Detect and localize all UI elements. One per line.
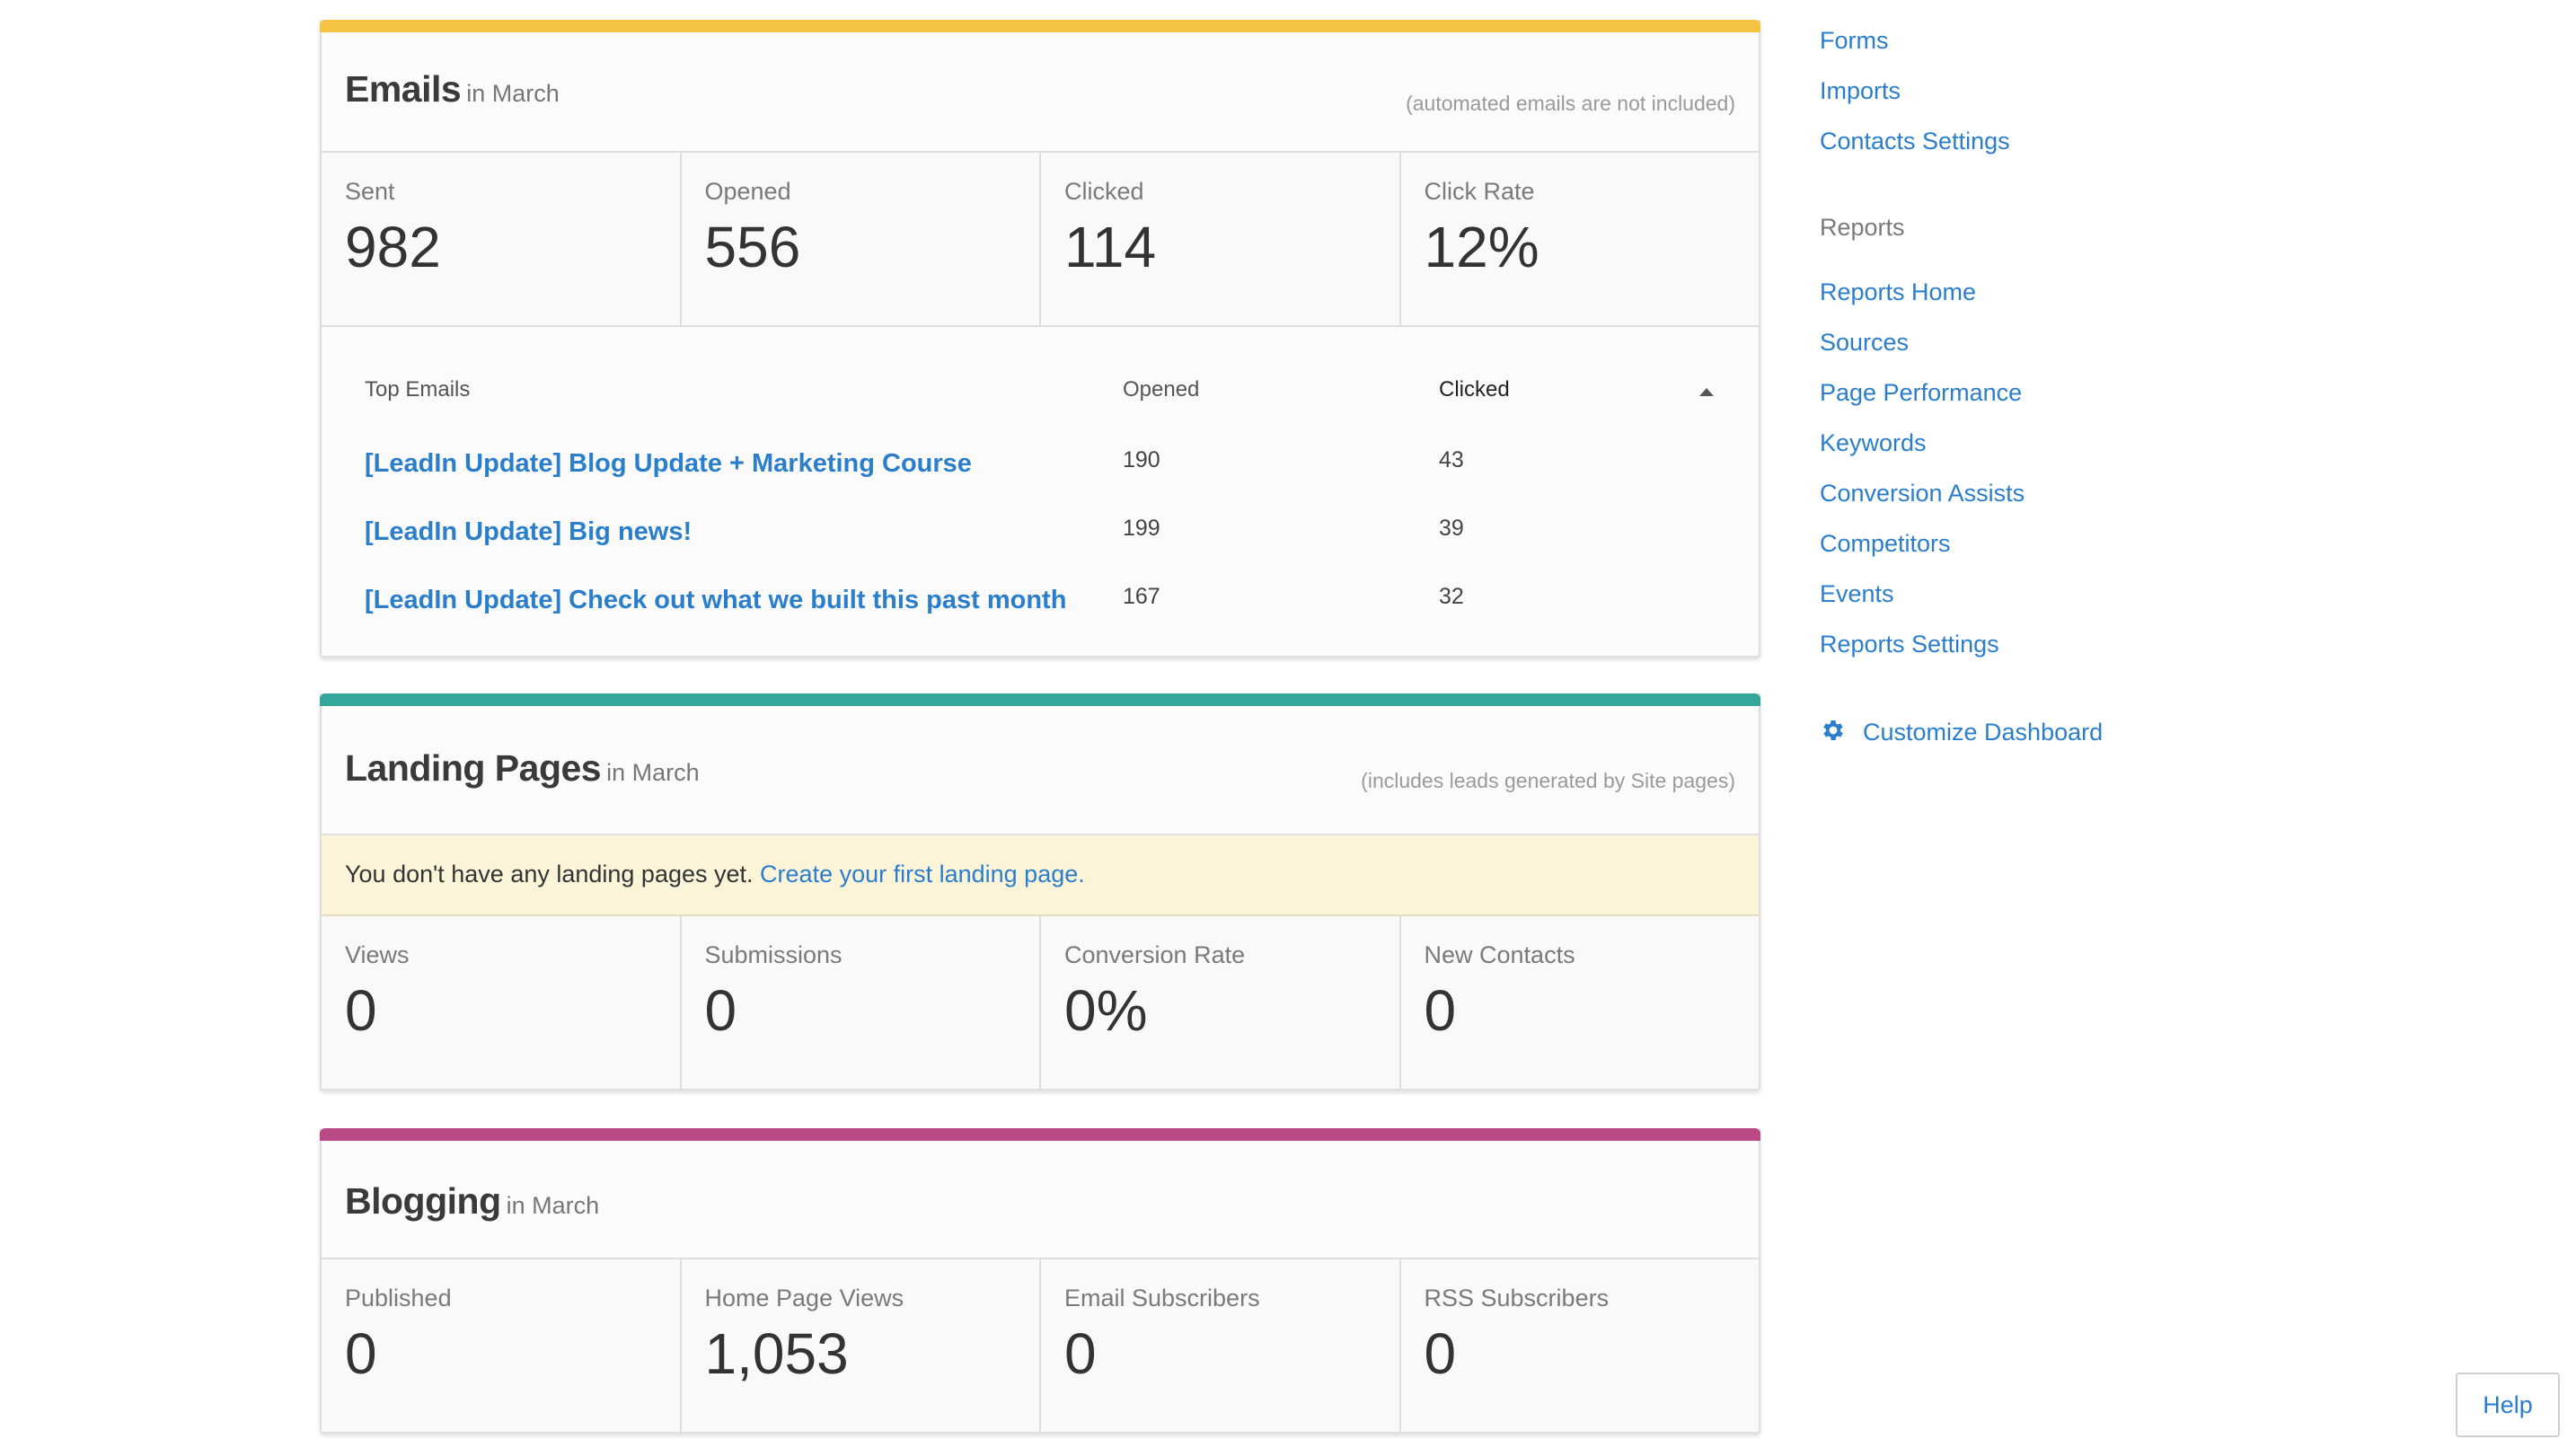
stat-clicked: Clicked 114 bbox=[1041, 153, 1401, 325]
stat-label: Home Page Views bbox=[704, 1285, 904, 1311]
stat-click-rate: Click Rate 12% bbox=[1401, 153, 1760, 325]
stat-value: 1,053 bbox=[704, 1321, 849, 1386]
top-email-clicked: 32 bbox=[1439, 584, 1464, 609]
stat-new-contacts: New Contacts 0 bbox=[1401, 916, 1760, 1089]
stat-value: 12% bbox=[1424, 215, 1539, 279]
top-email-clicked: 39 bbox=[1439, 516, 1464, 541]
stat-value: 0 bbox=[704, 978, 737, 1043]
stat-label: Conversion Rate bbox=[1064, 941, 1246, 968]
sidebar-link-page-performance[interactable]: Page Performance bbox=[1820, 379, 2022, 407]
blogging-header: Blogging in March bbox=[322, 1141, 1759, 1259]
emails-title: Emails in March bbox=[345, 68, 560, 110]
stat-sent: Sent 982 bbox=[322, 153, 682, 325]
stat-label: New Contacts bbox=[1424, 941, 1575, 968]
blogging-subtitle: in March bbox=[506, 1192, 600, 1219]
sidebar-link-reports-settings[interactable]: Reports Settings bbox=[1820, 631, 1999, 658]
stat-label: Views bbox=[345, 941, 410, 968]
stat-value: 0 bbox=[1424, 1321, 1457, 1386]
top-email-opened: 167 bbox=[1123, 584, 1160, 609]
stat-published: Published 0 bbox=[322, 1259, 682, 1432]
top-email-clicked: 43 bbox=[1439, 447, 1464, 472]
sidebar-link-reports-home[interactable]: Reports Home bbox=[1820, 278, 1976, 306]
help-button[interactable]: Help bbox=[2456, 1373, 2560, 1437]
top-email-link[interactable]: [LeadIn Update] Check out what we built … bbox=[365, 586, 1066, 615]
top-email-link[interactable]: [LeadIn Update] Blog Update + Marketing … bbox=[365, 449, 972, 479]
create-landing-page-link[interactable]: Create your first landing page. bbox=[760, 861, 1085, 887]
sidebar-link-sources[interactable]: Sources bbox=[1820, 329, 1909, 357]
sidebar-link-keywords[interactable]: Keywords bbox=[1820, 429, 1927, 457]
stat-value: 0 bbox=[1424, 978, 1457, 1043]
top-email-opened: 199 bbox=[1123, 516, 1160, 541]
emails-color-bar bbox=[320, 20, 1760, 32]
stat-label: RSS Subscribers bbox=[1424, 1285, 1610, 1311]
stat-value: 0 bbox=[1064, 1321, 1097, 1386]
landing-color-bar bbox=[320, 693, 1760, 706]
top-email-link[interactable]: [LeadIn Update] Big news! bbox=[365, 517, 692, 547]
sort-asc-icon[interactable] bbox=[1699, 388, 1714, 396]
landing-header: Landing Pages in March (includes leads ge… bbox=[322, 706, 1759, 835]
blogging-stats: Published 0 Home Page Views 1,053 Email Su… bbox=[322, 1259, 1759, 1432]
top-email-opened: 190 bbox=[1123, 447, 1160, 472]
column-header-opened[interactable]: Opened bbox=[1123, 377, 1199, 402]
stat-views: Views 0 bbox=[322, 916, 682, 1089]
sidebar-link-forms[interactable]: Forms bbox=[1820, 27, 1889, 55]
stat-email-subscribers: Email Subscribers 0 bbox=[1041, 1259, 1401, 1432]
stat-opened: Opened 556 bbox=[682, 153, 1041, 325]
sidebar-link-events[interactable]: Events bbox=[1820, 580, 1894, 608]
stat-rss-subscribers: RSS Subscribers 0 bbox=[1401, 1259, 1760, 1432]
emails-stats: Sent 982 Opened 556 Clicked 114 Click Rate 1… bbox=[322, 153, 1759, 327]
landing-note: (includes leads generated by Site pages) bbox=[1361, 769, 1735, 792]
landing-subtitle: in March bbox=[606, 759, 700, 786]
stat-label: Click Rate bbox=[1424, 178, 1535, 205]
stat-label: Clicked bbox=[1064, 178, 1144, 205]
stat-label: Email Subscribers bbox=[1064, 1285, 1260, 1311]
gear-icon bbox=[1820, 717, 1847, 744]
blogging-panel: Blogging in March Published 0 Home Page Vi… bbox=[320, 1128, 1760, 1434]
stat-value: 982 bbox=[345, 215, 441, 279]
emails-header: Emails in March (automated emails are not… bbox=[322, 32, 1759, 153]
stat-conversion-rate: Conversion Rate 0% bbox=[1041, 916, 1401, 1089]
sidebar-link-imports[interactable]: Imports bbox=[1820, 77, 1901, 105]
stat-value: 0 bbox=[345, 1321, 377, 1386]
no-landing-pages-alert: You don't have any landing pages yet. Cr… bbox=[322, 835, 1759, 916]
blogging-title: Blogging in March bbox=[345, 1180, 600, 1222]
landing-stats: Views 0 Submissions 0 Conversion Rate 0% Ne… bbox=[322, 916, 1759, 1089]
column-header-clicked[interactable]: Clicked bbox=[1439, 377, 1510, 402]
stat-label: Submissions bbox=[704, 941, 842, 968]
sidebar-heading-reports: Reports bbox=[1820, 214, 1905, 241]
sidebar-link-competitors[interactable]: Competitors bbox=[1820, 530, 1951, 558]
stat-value: 0% bbox=[1064, 978, 1148, 1043]
stat-home-page-views: Home Page Views 1,053 bbox=[682, 1259, 1041, 1432]
emails-note: (automated emails are not included) bbox=[1406, 92, 1735, 115]
emails-panel: Emails in March (automated emails are not… bbox=[320, 20, 1760, 658]
landing-title: Landing Pages in March bbox=[345, 747, 700, 789]
customize-dashboard-label: Customize Dashboard bbox=[1863, 719, 2104, 746]
stat-submissions: Submissions 0 bbox=[682, 916, 1041, 1089]
stat-label: Sent bbox=[345, 178, 395, 205]
landing-pages-panel: Landing Pages in March (includes leads ge… bbox=[320, 693, 1760, 1090]
stat-label: Opened bbox=[704, 178, 791, 205]
customize-dashboard-link[interactable]: Customize Dashboard bbox=[1820, 717, 2103, 746]
stat-value: 114 bbox=[1064, 215, 1157, 279]
top-emails-table: Top Emails Opened Clicked [LeadIn Update… bbox=[322, 327, 1759, 656]
sidebar-link-contacts-settings[interactable]: Contacts Settings bbox=[1820, 128, 2010, 155]
stat-label: Published bbox=[345, 1285, 452, 1311]
emails-subtitle: in March bbox=[466, 80, 560, 107]
blogging-color-bar bbox=[320, 1128, 1760, 1141]
stat-value: 556 bbox=[704, 215, 801, 279]
alert-text: You don't have any landing pages yet. Cr… bbox=[345, 861, 1085, 887]
stat-value: 0 bbox=[345, 978, 377, 1043]
column-header-top-emails[interactable]: Top Emails bbox=[365, 377, 470, 402]
sidebar-link-conversion-assists[interactable]: Conversion Assists bbox=[1820, 480, 2025, 508]
